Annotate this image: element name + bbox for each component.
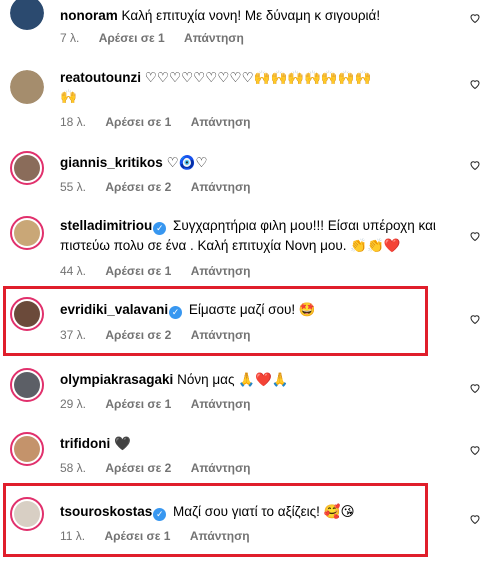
- like-heart-icon[interactable]: [469, 313, 481, 325]
- avatar[interactable]: [10, 0, 44, 30]
- reply-button[interactable]: Απάντηση: [191, 461, 251, 475]
- reply-button[interactable]: Απάντηση: [184, 31, 244, 45]
- comment-text: 🖤: [114, 436, 131, 451]
- avatar[interactable]: [10, 368, 44, 402]
- comment-text: ♡🧿♡: [166, 155, 208, 170]
- comment-text: Μαζί σου γιατί το αξίζεις! 🥰😘: [173, 504, 355, 519]
- like-heart-icon[interactable]: [469, 159, 481, 171]
- reply-button[interactable]: Απάντηση: [190, 529, 250, 543]
- username[interactable]: nonoram: [60, 8, 118, 23]
- reply-button[interactable]: Απάντηση: [191, 180, 251, 194]
- like-heart-icon[interactable]: [469, 12, 481, 24]
- comment-text-cont: 🙌: [60, 89, 77, 104]
- avatar[interactable]: [10, 151, 44, 185]
- comment-time: 44 λ.: [60, 264, 87, 278]
- like-heart-icon[interactable]: [469, 382, 481, 394]
- username[interactable]: trifidoni: [60, 436, 110, 451]
- likes-count[interactable]: Αρέσει σε 2: [105, 328, 171, 342]
- like-heart-icon[interactable]: [469, 444, 481, 456]
- like-heart-icon[interactable]: [469, 513, 481, 525]
- highlight-box: [3, 286, 428, 356]
- reply-button[interactable]: Απάντηση: [191, 264, 251, 278]
- verified-badge-icon: ✓: [153, 222, 167, 235]
- comment-time: 58 λ.: [60, 461, 87, 475]
- comment-time: 37 λ.: [60, 328, 87, 342]
- likes-count[interactable]: Αρέσει σε 1: [104, 529, 170, 543]
- comment-time: 11 λ.: [60, 529, 86, 543]
- likes-count[interactable]: Αρέσει σε 1: [105, 115, 171, 129]
- likes-count[interactable]: Αρέσει σε 2: [105, 180, 171, 194]
- avatar[interactable]: [10, 297, 44, 331]
- username[interactable]: tsouroskostas: [60, 504, 152, 519]
- verified-badge-icon: ✓: [169, 306, 183, 319]
- username[interactable]: reatoutounzi: [60, 70, 141, 85]
- likes-count[interactable]: Αρέσει σε 2: [105, 461, 171, 475]
- comment-time: 18 λ.: [60, 115, 87, 129]
- comment-text: ♡♡♡♡♡♡♡♡♡🙌🙌🙌🙌🙌🙌🙌: [144, 70, 372, 85]
- like-heart-icon[interactable]: [469, 230, 481, 242]
- comment-time: 29 λ.: [60, 397, 87, 411]
- avatar[interactable]: [10, 70, 44, 104]
- username[interactable]: olympiakrasagaki: [60, 372, 173, 387]
- avatar[interactable]: [10, 497, 44, 531]
- comment-text: Καλή επιτυχία νονη! Με δύναμη κ σιγουριά…: [121, 8, 381, 23]
- comment-time: 55 λ.: [60, 180, 87, 194]
- comment-text: Νόνη μας 🙏❤️🙏: [177, 372, 289, 387]
- avatar[interactable]: [10, 432, 44, 466]
- username[interactable]: stelladimitriou: [60, 218, 152, 233]
- likes-count[interactable]: Αρέσει σε 1: [105, 397, 171, 411]
- username[interactable]: giannis_kritikos: [60, 155, 163, 170]
- comment-text: Είμαστε μαζί σου! 🤩: [188, 302, 316, 317]
- reply-button[interactable]: Απάντηση: [191, 397, 251, 411]
- avatar[interactable]: [10, 216, 44, 250]
- verified-badge-icon: ✓: [153, 508, 167, 521]
- reply-button[interactable]: Απάντηση: [191, 115, 251, 129]
- likes-count[interactable]: Αρέσει σε 1: [105, 264, 171, 278]
- likes-count[interactable]: Αρέσει σε 1: [99, 31, 165, 45]
- like-heart-icon[interactable]: [469, 78, 481, 90]
- reply-button[interactable]: Απάντηση: [191, 328, 251, 342]
- username[interactable]: evridiki_valavani: [60, 302, 168, 317]
- comment-time: 7 λ.: [60, 31, 80, 45]
